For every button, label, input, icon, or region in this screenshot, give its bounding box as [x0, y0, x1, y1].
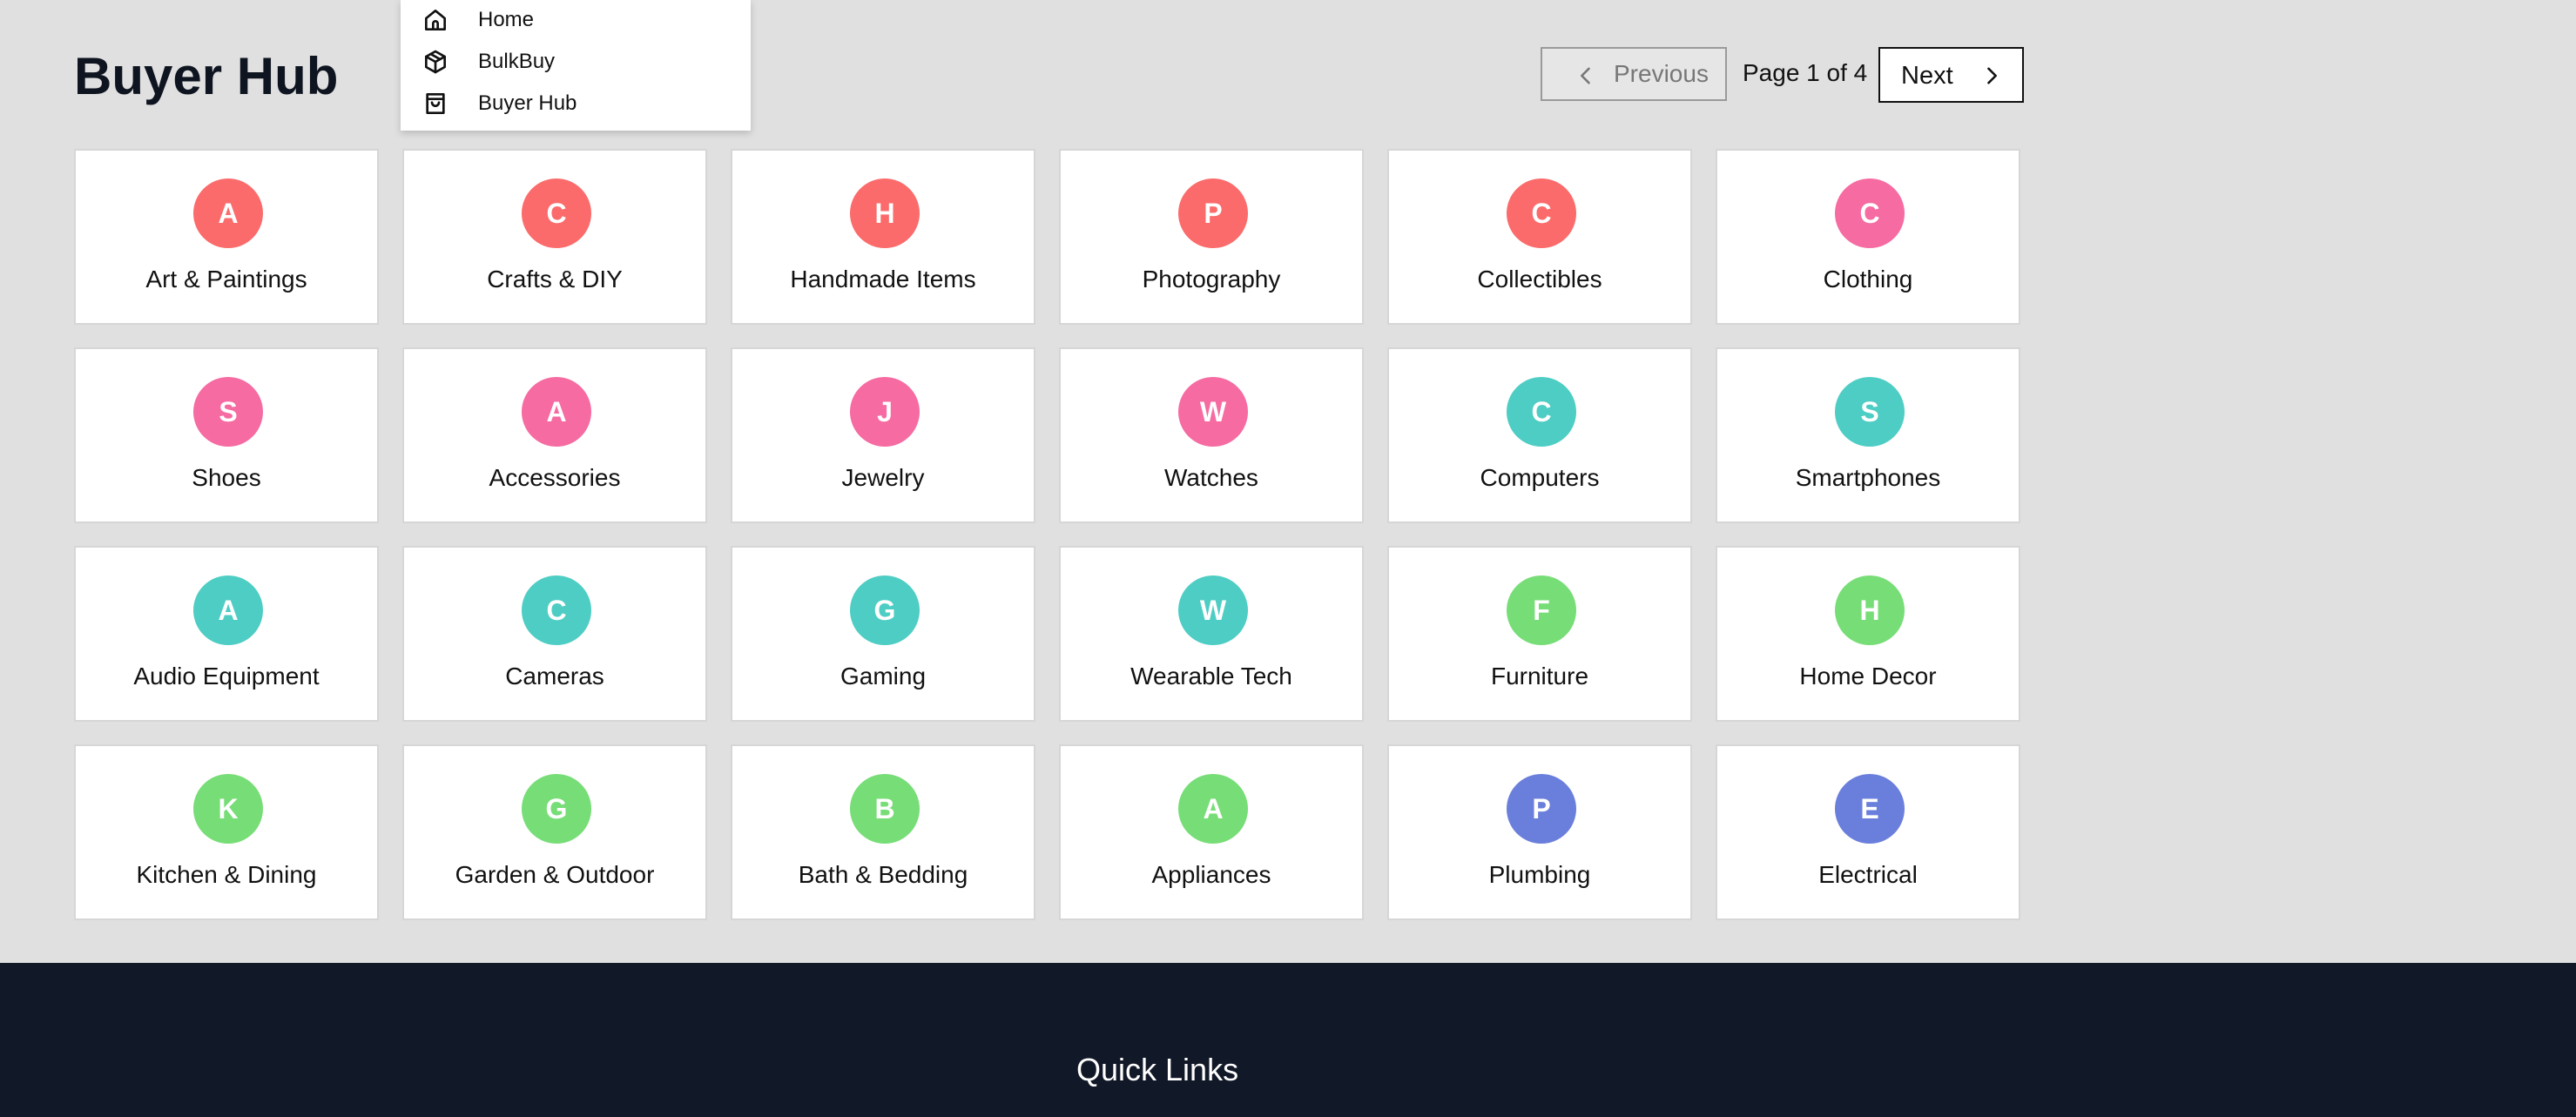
footer-heading: Quick Links — [1076, 1052, 1239, 1087]
menu-item-home[interactable]: Home — [401, 3, 751, 37]
category-avatar: B — [850, 774, 920, 844]
category-name: Watches — [1164, 464, 1258, 491]
category-avatar: S — [1835, 377, 1905, 447]
category-avatar: K — [193, 774, 263, 844]
category-card[interactable]: G Gaming — [731, 546, 1035, 722]
category-avatar: H — [850, 178, 920, 248]
category-avatar: S — [193, 377, 263, 447]
category-avatar: C — [1507, 377, 1576, 447]
category-name: Gaming — [840, 663, 927, 690]
category-card[interactable]: C Collectibles — [1387, 149, 1692, 325]
category-avatar: C — [1835, 178, 1905, 248]
category-name: Appliances — [1151, 861, 1271, 888]
category-card[interactable]: P Photography — [1059, 149, 1364, 325]
category-grid: A Art & Paintings C Crafts & DIY H Handmade I… — [74, 149, 2020, 920]
category-card[interactable]: H Home Decor — [1716, 546, 2020, 722]
menu-item-bulkbuy[interactable]: BulkBuy — [401, 44, 751, 79]
category-card[interactable]: C Cameras — [402, 546, 707, 722]
category-card[interactable]: A Art & Paintings — [74, 149, 379, 325]
category-name: Computers — [1480, 464, 1600, 491]
menu-item-label: Home — [478, 8, 535, 31]
category-card[interactable]: H Handmade Items — [731, 149, 1035, 325]
category-avatar: C — [522, 575, 591, 645]
category-card[interactable]: S Shoes — [74, 347, 379, 523]
category-avatar: J — [850, 377, 920, 447]
next-button-label: Next — [1901, 62, 1953, 90]
previous-button-label: Previous — [1614, 60, 1709, 87]
category-name: Crafts & DIY — [487, 266, 623, 293]
category-avatar: C — [522, 178, 591, 248]
category-card[interactable]: A Appliances — [1059, 744, 1364, 920]
category-name: Accessories — [489, 464, 621, 491]
category-name: Cameras — [505, 663, 604, 690]
category-avatar: G — [850, 575, 920, 645]
category-name: Bath & Bedding — [798, 861, 968, 888]
previous-button[interactable]: Previous — [1541, 47, 1727, 101]
category-avatar: A — [193, 575, 263, 645]
category-avatar: C — [1507, 178, 1576, 248]
category-card[interactable]: W Watches — [1059, 347, 1364, 523]
category-avatar: A — [522, 377, 591, 447]
chevron-left-icon — [1574, 64, 1598, 92]
category-name: Audio Equipment — [133, 663, 320, 690]
footer: Quick Links — [0, 963, 2576, 1117]
category-avatar: H — [1835, 575, 1905, 645]
category-name: Garden & Outdoor — [455, 861, 655, 888]
category-card[interactable]: F Furniture — [1387, 546, 1692, 722]
category-name: Shoes — [192, 464, 261, 491]
category-name: Collectibles — [1477, 266, 1602, 293]
category-avatar: A — [1178, 774, 1248, 844]
category-name: Jewelry — [841, 464, 925, 491]
category-name: Smartphones — [1795, 464, 1941, 491]
category-name: Electrical — [1818, 861, 1918, 888]
category-avatar: G — [522, 774, 591, 844]
category-card[interactable]: C Clothing — [1716, 149, 2020, 325]
next-button[interactable]: Next — [1878, 47, 2024, 103]
category-avatar: F — [1507, 575, 1576, 645]
chevron-right-icon — [1979, 64, 2004, 92]
category-card[interactable]: E Electrical — [1716, 744, 2020, 920]
page-indicator: Page 1 of 4 — [1743, 59, 1868, 86]
category-name: Plumbing — [1488, 861, 1591, 888]
category-avatar: E — [1835, 774, 1905, 844]
category-avatar: P — [1507, 774, 1576, 844]
shopping-bag-icon — [421, 90, 449, 118]
category-card[interactable]: A Accessories — [402, 347, 707, 523]
category-card[interactable]: B Bath & Bedding — [731, 744, 1035, 920]
category-name: Wearable Tech — [1130, 663, 1292, 690]
category-name: Home Decor — [1799, 663, 1937, 690]
category-avatar: A — [193, 178, 263, 248]
menu-item-buyer-hub[interactable]: Buyer Hub — [401, 86, 751, 121]
category-card[interactable]: A Audio Equipment — [74, 546, 379, 722]
menu-item-label: Buyer Hub — [478, 91, 577, 115]
category-name: Clothing — [1823, 266, 1913, 293]
page-title: Buyer Hub — [74, 47, 339, 105]
category-card[interactable]: J Jewelry — [731, 347, 1035, 523]
home-icon — [421, 6, 449, 34]
category-card[interactable]: K Kitchen & Dining — [74, 744, 379, 920]
menu-item-label: BulkBuy — [478, 50, 556, 73]
box-icon — [421, 48, 449, 76]
category-name: Furniture — [1490, 663, 1589, 690]
category-card[interactable]: W Wearable Tech — [1059, 546, 1364, 722]
category-avatar: W — [1178, 575, 1248, 645]
category-name: Art & Paintings — [145, 266, 307, 293]
category-avatar: W — [1178, 377, 1248, 447]
category-card[interactable]: G Garden & Outdoor — [402, 744, 707, 920]
nav-dropdown-menu: Home BulkBuy Buyer Hub — [401, 0, 751, 131]
category-card[interactable]: S Smartphones — [1716, 347, 2020, 523]
category-avatar: P — [1178, 178, 1248, 248]
category-name: Photography — [1142, 266, 1281, 293]
category-card[interactable]: C Computers — [1387, 347, 1692, 523]
category-name: Kitchen & Dining — [136, 861, 317, 888]
category-card[interactable]: C Crafts & DIY — [402, 149, 707, 325]
category-name: Handmade Items — [790, 266, 976, 293]
category-card[interactable]: P Plumbing — [1387, 744, 1692, 920]
